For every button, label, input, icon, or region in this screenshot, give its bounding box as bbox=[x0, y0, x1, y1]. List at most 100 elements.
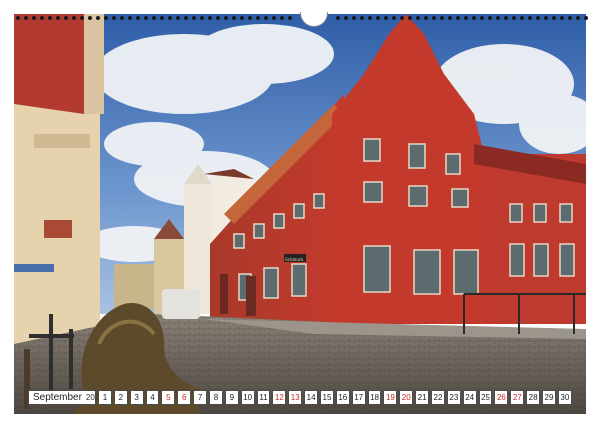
binding-hole bbox=[344, 16, 348, 20]
binding-hole bbox=[192, 16, 196, 20]
day-cell: 28 bbox=[526, 390, 541, 405]
binding-hole bbox=[24, 16, 28, 20]
binding-hole bbox=[128, 16, 132, 20]
binding-hole bbox=[496, 16, 500, 20]
binding-hole bbox=[144, 16, 148, 20]
binding-hole bbox=[448, 16, 452, 20]
day-cell: 21 bbox=[415, 390, 430, 405]
day-cell: 30 bbox=[557, 390, 572, 405]
binding-hole bbox=[392, 16, 396, 20]
binding-hole bbox=[552, 16, 556, 20]
binding-hole bbox=[384, 16, 388, 20]
day-cell: 15 bbox=[320, 390, 334, 405]
binding-hole bbox=[440, 16, 444, 20]
binding-hole bbox=[104, 16, 108, 20]
day-cell: 11 bbox=[256, 390, 271, 405]
binding-hole bbox=[560, 16, 564, 20]
binding-hole bbox=[576, 16, 580, 20]
binding-hole bbox=[512, 16, 516, 20]
binding-hole bbox=[176, 16, 180, 20]
binding-hole bbox=[160, 16, 164, 20]
binding-hole bbox=[136, 16, 140, 20]
binding-hole bbox=[488, 16, 492, 20]
calendar-photo: Schmuck bbox=[14, 14, 586, 414]
day-cell: 19 bbox=[383, 390, 398, 405]
day-cell: 16 bbox=[335, 390, 350, 405]
binding-hole bbox=[232, 16, 236, 20]
binding-hole bbox=[336, 16, 340, 20]
binding-hole bbox=[264, 16, 268, 20]
day-cell: 20 bbox=[399, 390, 414, 405]
binding-hole bbox=[152, 16, 156, 20]
binding-hole bbox=[168, 16, 172, 20]
binding-hole bbox=[200, 16, 204, 20]
day-cell: 27 bbox=[510, 390, 525, 405]
wire-binding bbox=[14, 12, 588, 27]
day-cell: 25 bbox=[478, 390, 493, 405]
days-row: 1 2 3 4 5 6 7 8 9 10 11 12 13 14 15 16 17 18 19 20 21 22 23 24 2… bbox=[98, 390, 572, 405]
binding-hole bbox=[40, 16, 44, 20]
day-cell: 29 bbox=[542, 390, 556, 405]
day-cell: 13 bbox=[288, 390, 303, 405]
day-cell: 8 bbox=[209, 390, 223, 405]
binding-hole bbox=[432, 16, 436, 20]
binding-hole bbox=[88, 16, 92, 20]
binding-hole bbox=[16, 16, 20, 20]
day-cell: 24 bbox=[462, 390, 477, 405]
binding-hole bbox=[48, 16, 52, 20]
date-strip: September 2026 1 2 3 4 5 6 7 8 9 10 11 12 13 14 15 16 17… bbox=[28, 390, 572, 405]
day-cell: 9 bbox=[224, 390, 239, 405]
binding-hole bbox=[400, 16, 404, 20]
binding-hole bbox=[352, 16, 356, 20]
binding-hole bbox=[272, 16, 276, 20]
binding-hole bbox=[360, 16, 364, 20]
month-label: September 2026 bbox=[28, 390, 104, 405]
binding-hole bbox=[248, 16, 252, 20]
binding-hole bbox=[504, 16, 508, 20]
binding-hole bbox=[584, 16, 588, 20]
day-cell: 3 bbox=[129, 390, 144, 405]
binding-hole bbox=[528, 16, 532, 20]
binding-hole bbox=[416, 16, 420, 20]
binding-hole bbox=[120, 16, 124, 20]
day-cell: 23 bbox=[446, 390, 461, 405]
binding-hole bbox=[56, 16, 60, 20]
day-cell: 4 bbox=[145, 390, 160, 405]
binding-hole bbox=[464, 16, 468, 20]
binding-hole bbox=[96, 16, 100, 20]
month-name: September bbox=[33, 392, 82, 403]
binding-hole bbox=[368, 16, 372, 20]
binding-hole bbox=[72, 16, 76, 20]
day-cell: 14 bbox=[304, 390, 319, 405]
day-cell: 26 bbox=[494, 390, 509, 405]
binding-hole bbox=[376, 16, 380, 20]
binding-hole bbox=[424, 16, 428, 20]
binding-hole bbox=[64, 16, 68, 20]
binding-hole bbox=[80, 16, 84, 20]
binding-hole bbox=[208, 16, 212, 20]
day-cell: 12 bbox=[272, 390, 287, 405]
day-cell: 18 bbox=[367, 390, 382, 405]
binding-hole bbox=[112, 16, 116, 20]
day-cell: 5 bbox=[161, 390, 176, 405]
left-building bbox=[14, 14, 104, 344]
binding-hole bbox=[536, 16, 540, 20]
binding-hole bbox=[288, 16, 292, 20]
day-cell: 10 bbox=[240, 390, 255, 405]
binding-hole bbox=[472, 16, 476, 20]
binding-hole bbox=[544, 16, 548, 20]
binding-hole bbox=[240, 16, 244, 20]
binding-hole bbox=[456, 16, 460, 20]
binding-hole bbox=[184, 16, 188, 20]
day-cell: 7 bbox=[193, 390, 208, 405]
binding-hole bbox=[408, 16, 412, 20]
binding-hole bbox=[224, 16, 228, 20]
day-cell: 22 bbox=[431, 390, 445, 405]
day-cell: 17 bbox=[351, 390, 366, 405]
shop-sign-text: Schmuck bbox=[285, 258, 304, 263]
binding-hole bbox=[280, 16, 284, 20]
hanger-notch bbox=[300, 12, 328, 27]
day-cell: 6 bbox=[177, 390, 192, 405]
day-cell: 2 bbox=[113, 390, 128, 405]
parked-van bbox=[162, 289, 200, 319]
